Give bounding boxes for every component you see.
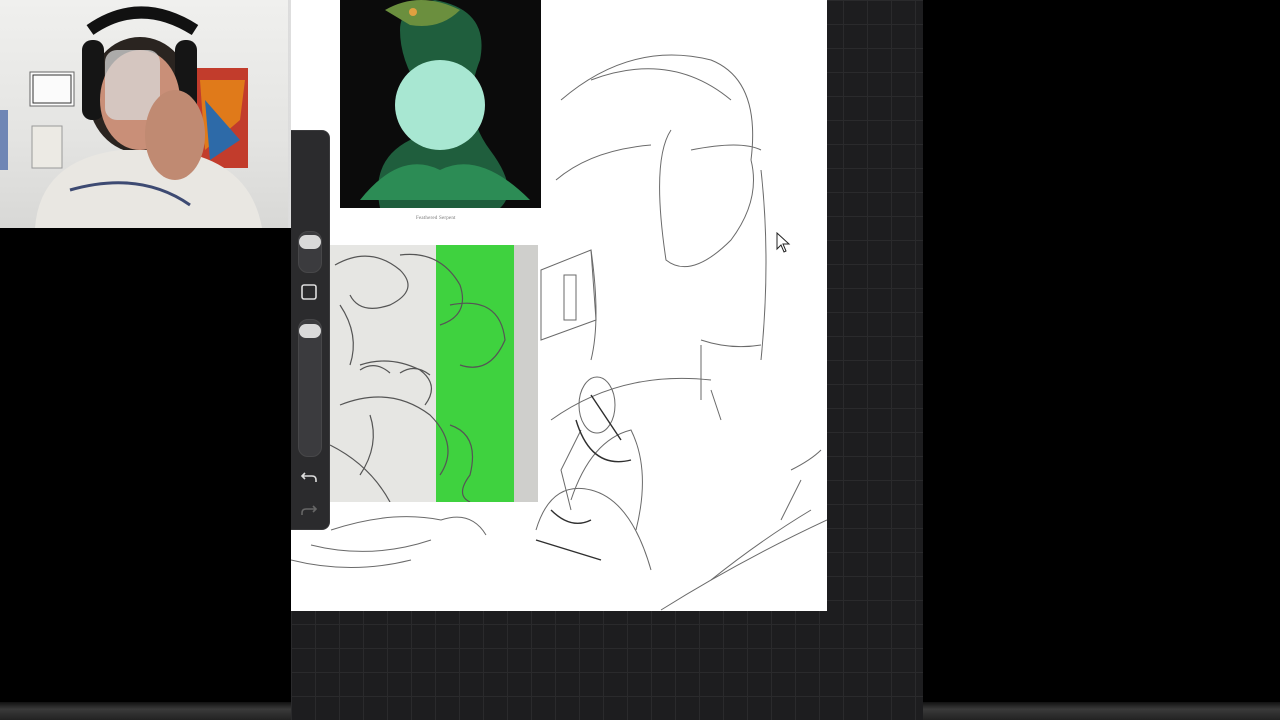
brush-size-slider[interactable] — [298, 231, 322, 273]
left-black-region — [0, 228, 291, 702]
right-black-region — [923, 0, 1280, 702]
square-icon — [301, 284, 317, 300]
right-scroll-bar — [923, 702, 1280, 720]
drawing-canvas[interactable]: Feathered Serpent — [291, 0, 827, 611]
opacity-slider[interactable] — [298, 319, 322, 457]
sketch-layer — [291, 54, 827, 611]
brush-size-thumb[interactable] — [299, 235, 321, 249]
webcam-overlay — [0, 0, 318, 228]
opacity-thumb[interactable] — [299, 324, 321, 338]
left-scroll-bar — [0, 702, 291, 720]
workspace[interactable]: Feathered Serpent — [291, 0, 923, 720]
cursor-icon — [776, 232, 791, 253]
redo-arrow-icon — [301, 505, 318, 515]
sidebar-tool-rail — [291, 130, 330, 530]
modify-button[interactable] — [299, 283, 319, 303]
redo-button[interactable] — [299, 501, 319, 521]
undo-arrow-icon — [300, 472, 317, 482]
undo-button[interactable] — [299, 468, 319, 488]
webcam-feed — [0, 6, 262, 228]
